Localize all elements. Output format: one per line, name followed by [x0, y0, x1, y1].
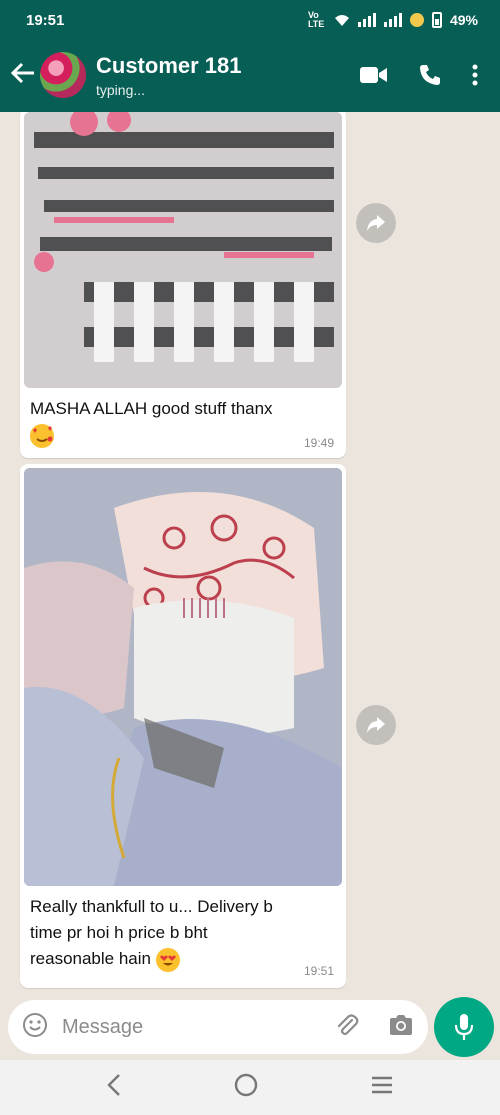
message-photo[interactable]: [24, 468, 342, 886]
presence-status: typing...: [96, 81, 146, 98]
message-photo[interactable]: [24, 112, 342, 388]
smiling-face-with-hearts-icon: [30, 423, 54, 448]
status-time: 19:51: [26, 11, 65, 29]
avatar[interactable]: [40, 52, 86, 98]
forward-button[interactable]: [356, 705, 396, 745]
message-bubble[interactable]: MASHA ALLAH good stuff thanx 19:49: [20, 112, 346, 458]
wifi-icon: [334, 15, 349, 26]
more-options-icon[interactable]: [472, 64, 478, 86]
contact-info[interactable]: Customer 181 typing...: [96, 53, 360, 98]
photo-fabric-parcel: [24, 468, 342, 886]
message-text: MASHA ALLAH good stuff thanx: [30, 399, 273, 418]
status-bar: 19:51 Vo LTE 49%: [0, 0, 500, 40]
message-caption: MASHA ALLAH good stuff thanx: [24, 388, 342, 448]
camera-icon[interactable]: [388, 1014, 414, 1041]
forward-button[interactable]: [356, 203, 396, 243]
nav-recents-icon[interactable]: [370, 1075, 394, 1100]
message-time: 19:51: [303, 964, 334, 978]
volte-label: Vo LTE: [307, 10, 325, 29]
header-actions: [360, 63, 478, 87]
app-bar: Customer 181 typing...: [0, 42, 500, 108]
charging-icon: [409, 13, 424, 27]
heart-eyes-icon: [155, 947, 180, 972]
nav-back-icon[interactable]: [106, 1073, 122, 1102]
message-text: Really thankfull to u... Delivery b time…: [30, 897, 273, 968]
message-time: 19:49: [303, 436, 334, 450]
voice-call-icon[interactable]: [418, 63, 442, 87]
status-icons: Vo LTE 49%: [308, 11, 478, 29]
attach-icon[interactable]: [334, 1012, 360, 1043]
mic-icon: [454, 1014, 474, 1040]
contact-name: Customer 181: [96, 52, 242, 78]
signal-icon-2: [383, 13, 402, 27]
message-input[interactable]: [62, 1015, 334, 1039]
battery-percent: 49%: [449, 12, 478, 28]
message-bubble[interactable]: Really thankfull to u... Delivery b time…: [20, 464, 346, 988]
chat-area[interactable]: MASHA ALLAH good stuff thanx 19:49 Reall…: [0, 112, 500, 994]
photo-packed-fabric: [24, 112, 342, 388]
system-nav-bar: [0, 1060, 500, 1115]
signal-icon: [357, 13, 376, 27]
voice-record-button[interactable]: [434, 997, 494, 1057]
emoji-icon[interactable]: [22, 1012, 48, 1043]
video-call-icon[interactable]: [360, 65, 388, 85]
nav-home-icon[interactable]: [234, 1073, 258, 1102]
message-caption: Really thankfull to u... Delivery b time…: [24, 886, 342, 972]
forward-icon: [367, 717, 385, 733]
battery-icon: [431, 12, 442, 28]
message-composer: [8, 1000, 428, 1054]
forward-icon: [367, 215, 385, 231]
input-row: [0, 996, 500, 1058]
back-arrow-icon[interactable]: [6, 59, 40, 91]
chat-header: 19:51 Vo LTE 49% Customer 181 typing...: [0, 0, 500, 112]
